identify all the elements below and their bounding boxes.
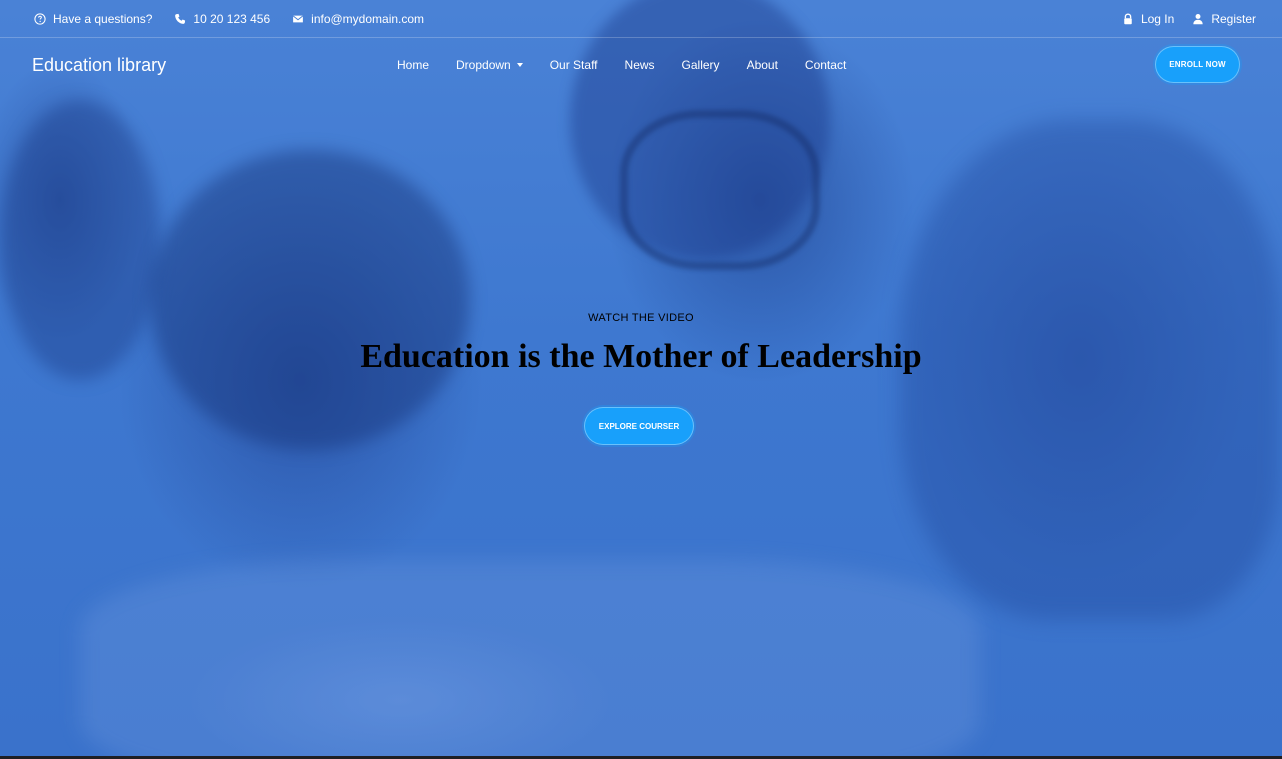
main-navbar: Education library Home Dropdown Our Staf… bbox=[0, 39, 1282, 91]
account-links: Log In Register bbox=[1122, 0, 1256, 38]
brand-logo[interactable]: Education library bbox=[32, 39, 166, 91]
nav-gallery[interactable]: Gallery bbox=[682, 58, 720, 72]
user-icon bbox=[1193, 13, 1203, 25]
hero-section: Have a questions? 10 20 123 456 info@myd… bbox=[0, 0, 1282, 756]
nav-news-label: News bbox=[624, 58, 655, 72]
email-link[interactable]: info@mydomain.com bbox=[292, 12, 424, 26]
phone-number: 10 20 123 456 bbox=[193, 12, 271, 26]
login-link[interactable]: Log In bbox=[1122, 12, 1174, 26]
register-label: Register bbox=[1211, 12, 1256, 26]
envelope-icon bbox=[292, 15, 304, 23]
questions-link[interactable]: Have a questions? bbox=[34, 12, 152, 26]
background-photo-shape bbox=[80, 560, 980, 756]
nav-our-staff-label: Our Staff bbox=[549, 58, 598, 72]
nav-about[interactable]: About bbox=[747, 58, 778, 72]
nav-news[interactable]: News bbox=[625, 58, 655, 72]
caret-down-icon bbox=[516, 63, 523, 67]
questions-label: Have a questions? bbox=[53, 12, 153, 26]
enroll-now-button[interactable]: ENROLL NOW bbox=[1155, 46, 1240, 83]
hero-headline: Education is the Mother of Leadership bbox=[360, 338, 922, 375]
nav-home[interactable]: Home bbox=[397, 58, 429, 72]
nav-dropdown[interactable]: Dropdown bbox=[456, 58, 523, 72]
nav-home-label: Home bbox=[397, 58, 430, 72]
nav-our-staff[interactable]: Our Staff bbox=[550, 58, 598, 72]
phone-link[interactable]: 10 20 123 456 bbox=[174, 12, 270, 26]
explore-courses-button[interactable]: EXPLORE COURSER bbox=[584, 407, 694, 445]
top-bar: Have a questions? 10 20 123 456 info@myd… bbox=[0, 0, 1282, 38]
nav-gallery-label: Gallery bbox=[681, 58, 720, 72]
nav-contact-label: Contact bbox=[804, 58, 847, 72]
nav-dropdown-label: Dropdown bbox=[456, 58, 511, 72]
lock-icon bbox=[1124, 13, 1132, 25]
nav-contact[interactable]: Contact bbox=[805, 58, 846, 72]
watch-video-link[interactable]: WATCH THE VIDEO bbox=[0, 312, 1282, 324]
register-link[interactable]: Register bbox=[1192, 12, 1256, 26]
background-photo-shape bbox=[150, 150, 470, 450]
contact-info: Have a questions? 10 20 123 456 info@myd… bbox=[34, 0, 424, 38]
login-label: Log In bbox=[1140, 12, 1175, 26]
phone-icon bbox=[175, 13, 186, 24]
main-menu: Home Dropdown Our Staff News Gallery Abo… bbox=[397, 39, 846, 91]
background-photo-shape bbox=[620, 110, 820, 270]
question-circle-icon bbox=[34, 13, 46, 25]
email-address: info@mydomain.com bbox=[311, 12, 425, 26]
nav-about-label: About bbox=[746, 58, 778, 72]
